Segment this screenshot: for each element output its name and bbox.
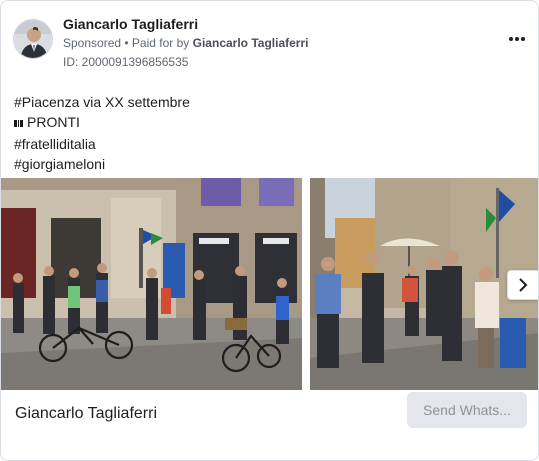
more-dots-icon [509, 37, 513, 41]
ad-text-line: #fratelliditalia [14, 136, 96, 152]
image-carousel [1, 178, 538, 390]
ad-id: ID: 2000091396856535 [63, 55, 189, 69]
more-options-button[interactable] [506, 31, 528, 47]
carousel-image-2[interactable] [310, 178, 538, 390]
advertiser-name[interactable]: Giancarlo Tagliaferri [63, 16, 198, 32]
ad-header: Giancarlo Tagliaferri Sponsored • Paid f… [13, 13, 528, 71]
sponsored-line: Sponsored • Paid for by Giancarlo Taglia… [63, 36, 308, 50]
send-whatsapp-button[interactable]: Send Whats... [407, 392, 527, 428]
italy-flag-icon [14, 114, 23, 134]
ad-card: Giancarlo Tagliaferri Sponsored • Paid f… [0, 0, 539, 461]
footer-page-name[interactable]: Giancarlo Tagliaferri [15, 405, 157, 423]
paid-for-prefix: • Paid for by [124, 36, 190, 50]
paid-for-name[interactable]: Giancarlo Tagliaferri [193, 36, 309, 50]
ad-text-line: PRONTI [14, 112, 190, 134]
carousel-image-1[interactable] [1, 178, 302, 390]
ad-text-line: #giorgiameloni [14, 156, 106, 172]
avatar[interactable] [13, 19, 53, 59]
sponsored-label: Sponsored [63, 36, 122, 50]
pronti-text: PRONTI [27, 114, 80, 130]
carousel-next-button[interactable] [507, 270, 538, 300]
ad-text-line: #Piacenza via XX settembre [14, 94, 190, 110]
ad-body-text: #Piacenza via XX settembre PRONTI #frate… [14, 92, 190, 174]
chevron-right-icon [519, 278, 528, 292]
